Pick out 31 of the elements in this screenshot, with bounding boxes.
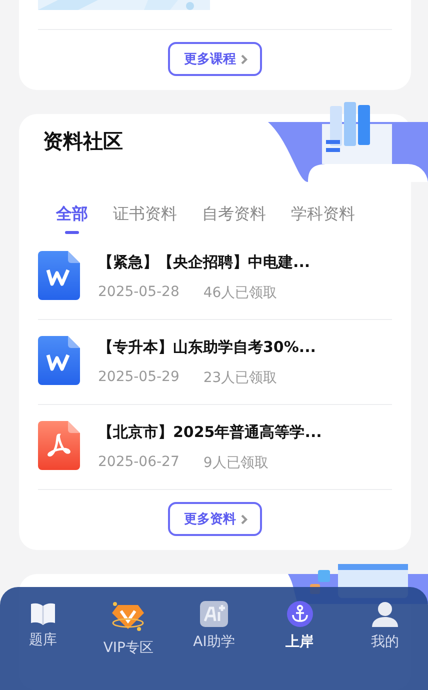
section-title: 资料社区 <box>43 128 123 155</box>
nav-tab[interactable]: AI助学 <box>171 601 257 659</box>
chevron-right-icon <box>240 514 248 524</box>
word-file-icon <box>38 251 80 300</box>
nav-tab[interactable]: 我的 <box>342 601 428 659</box>
vip-diamond-icon <box>111 601 146 633</box>
category-tab[interactable]: 学科资料 <box>291 204 355 235</box>
category-tab[interactable]: 全部 <box>56 204 88 235</box>
document-date: 2025-05-28 <box>98 284 180 302</box>
ai-icon <box>200 601 228 627</box>
document-title[interactable]: 【北京市】2025年普通高等学... <box>98 423 322 442</box>
claimed-count: 9人已领取 <box>203 454 268 472</box>
claimed-count: 23人已领取 <box>203 369 278 387</box>
document-date: 2025-05-29 <box>98 369 180 387</box>
document-title[interactable]: 【专升本】山东助学自考30%... <box>98 338 316 357</box>
nav-tab[interactable]: 题库 <box>0 601 86 659</box>
category-tab[interactable]: 自考资料 <box>202 204 266 235</box>
word-file-icon <box>38 336 80 385</box>
claimed-count: 46人已领取 <box>203 284 278 302</box>
more-materials-button[interactable]: 更多资料 <box>168 502 262 536</box>
chevron-right-icon <box>240 54 248 64</box>
user-icon <box>372 601 398 627</box>
document-title[interactable]: 【紧急】【央企招聘】中电建... <box>98 253 310 272</box>
nav-tab[interactable]: VIP专区 <box>86 601 172 659</box>
book-icon <box>30 601 56 625</box>
nav-tab[interactable]: 上岸 <box>256 601 342 659</box>
pdf-file-icon <box>38 421 80 470</box>
more-courses-button[interactable]: 更多课程 <box>168 42 262 76</box>
category-tab[interactable]: 证书资料 <box>113 204 177 235</box>
document-date: 2025-06-27 <box>98 454 180 472</box>
anchor-icon <box>286 601 313 627</box>
